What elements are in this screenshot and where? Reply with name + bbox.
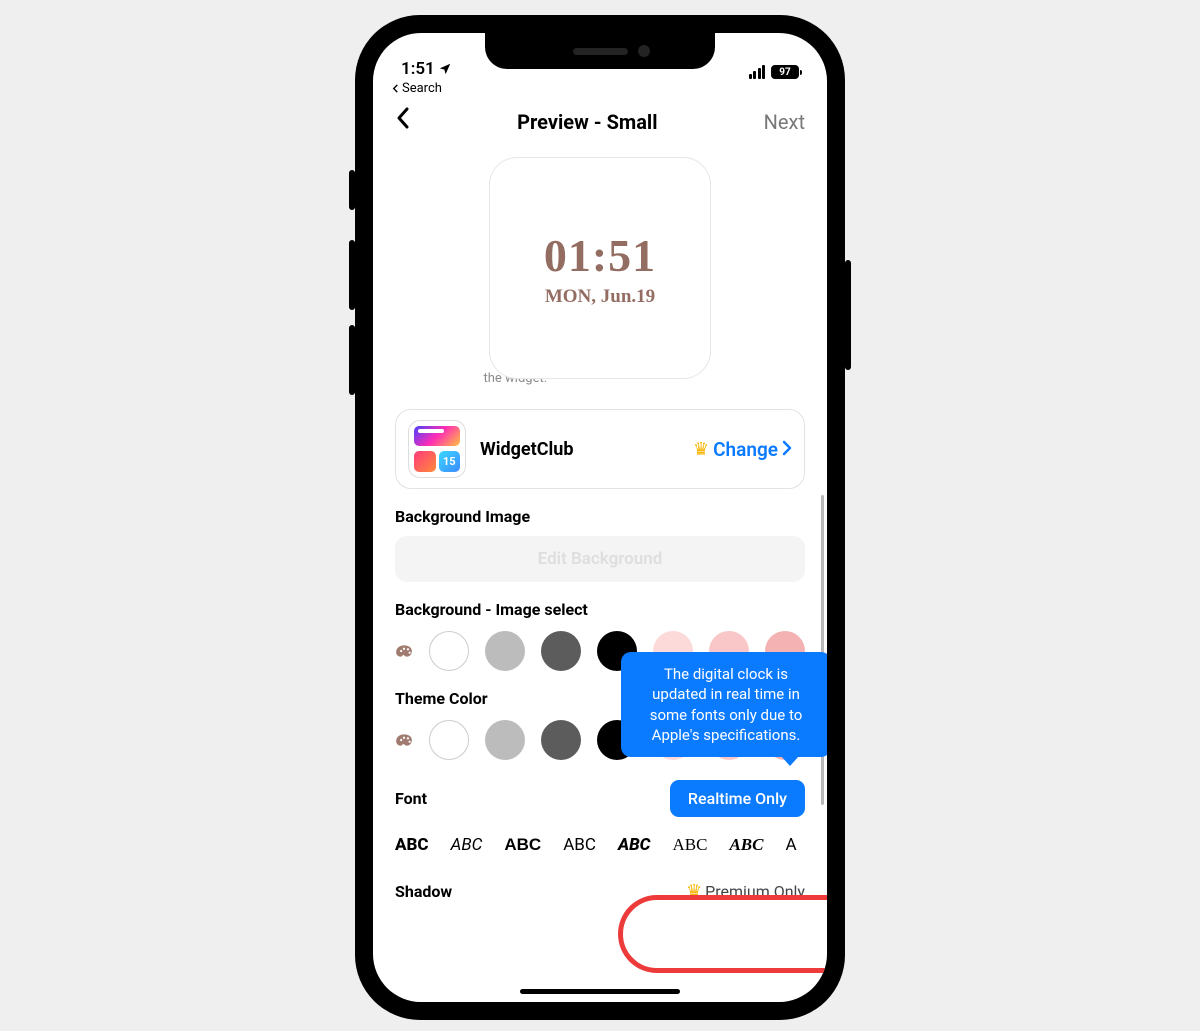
font-sample-5[interactable]: ABC	[618, 835, 651, 855]
chevron-right-icon	[782, 437, 792, 461]
swatch-lightgray[interactable]	[485, 720, 525, 760]
font-sample-2[interactable]: ABC	[451, 835, 483, 855]
app-icon-number: 15	[439, 451, 461, 473]
app-name: WidgetClub	[480, 439, 679, 460]
battery-icon: 97	[771, 65, 799, 79]
front-camera	[638, 45, 650, 57]
change-link[interactable]: Change	[713, 438, 778, 461]
palette-icon[interactable]	[395, 638, 413, 664]
speaker-grille	[573, 48, 628, 55]
font-sample-7[interactable]: ABC	[729, 835, 763, 855]
font-sample-3[interactable]: ABC	[504, 835, 541, 855]
side-button-volume-down	[349, 325, 355, 395]
font-sample-6[interactable]: ABC	[673, 835, 708, 855]
realtime-tooltip: The digital clock is updated in real tim…	[621, 652, 827, 757]
swatch-darkgray[interactable]	[541, 720, 581, 760]
font-sample-8[interactable]: A	[786, 835, 797, 855]
palette-icon[interactable]	[395, 727, 413, 753]
back-to-search[interactable]: Search	[373, 81, 827, 100]
premium-only-text: Premium Only	[705, 882, 805, 901]
side-button-silent	[349, 170, 355, 210]
font-samples-row: ABC ABC ABC ABC ABC ABC ABC A	[373, 835, 827, 855]
side-button-volume-up	[349, 240, 355, 310]
location-icon	[438, 62, 452, 76]
notch	[485, 33, 715, 69]
shadow-label: Shadow	[395, 882, 452, 901]
app-icon: 15	[408, 420, 466, 478]
widget-date: MON, Jun.19	[545, 286, 655, 308]
scrollbar-indicator	[821, 495, 824, 805]
content-scroll[interactable]: 01:51 MON, Jun.19 Open App the widget. 1…	[373, 145, 827, 1002]
cellular-signal-icon	[749, 65, 766, 79]
home-indicator[interactable]	[520, 989, 680, 994]
next-button[interactable]: Next	[764, 110, 805, 134]
widget-preview: 01:51 MON, Jun.19	[489, 157, 711, 379]
back-button[interactable]	[395, 106, 411, 137]
open-app-card[interactable]: 15 WidgetClub ♛ Change	[395, 409, 805, 489]
nav-bar: Preview - Small Next	[373, 100, 827, 145]
bg-select-label: Background - Image select	[395, 600, 805, 619]
realtime-only-button[interactable]: Realtime Only	[670, 780, 805, 817]
widget-time: 01:51	[544, 229, 656, 282]
swatch-lightgray[interactable]	[485, 631, 525, 671]
phone-frame: 1:51 97 Search Preview - Small Next	[355, 15, 845, 1020]
screen: 1:51 97 Search Preview - Small Next	[373, 33, 827, 1002]
chevron-left-icon	[395, 106, 411, 130]
font-sample-1[interactable]: ABC	[395, 835, 429, 855]
font-label: Font	[395, 789, 427, 808]
font-sample-4[interactable]: ABC	[563, 835, 596, 855]
crown-icon: ♛	[693, 439, 709, 460]
battery-level: 97	[779, 67, 790, 78]
status-time: 1:51	[401, 59, 435, 79]
swatch-darkgray[interactable]	[541, 631, 581, 671]
side-button-power	[845, 260, 851, 370]
edit-background-button[interactable]: Edit Background	[395, 536, 805, 582]
crown-icon: ♛	[686, 881, 702, 902]
bg-image-label: Background Image	[395, 507, 805, 526]
page-title: Preview - Small	[517, 110, 657, 134]
highlight-annotation	[618, 895, 827, 973]
swatch-white[interactable]	[429, 720, 469, 760]
premium-only-badge: ♛ Premium Only	[686, 881, 805, 902]
swatch-white[interactable]	[429, 631, 469, 671]
caret-left-icon	[391, 84, 400, 93]
back-search-label: Search	[402, 81, 442, 96]
